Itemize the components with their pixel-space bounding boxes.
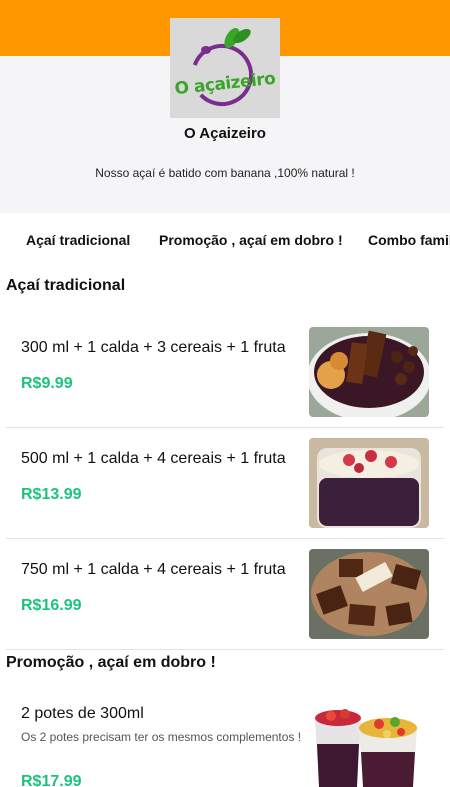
store-logo: O açaizeiro <box>170 18 280 118</box>
item-name: 2 potes de 300ml <box>21 705 144 722</box>
item-price: R$13.99 <box>21 486 82 503</box>
section-title: Açaí tradicional <box>6 277 126 294</box>
item-photo <box>309 549 429 639</box>
menu-item[interactable]: 750 ml + 1 calda + 4 cereais + 1 fruta R… <box>6 539 444 650</box>
item-price: R$16.99 <box>21 597 82 614</box>
category-tabs: Açaí tradicional Promoção , açaí em dobr… <box>0 222 450 262</box>
store-name: O Açaizeiro <box>184 125 266 142</box>
item-name: 300 ml + 1 calda + 3 cereais + 1 fruta <box>21 339 286 356</box>
item-price: R$17.99 <box>21 773 82 787</box>
tab-promocao[interactable]: Promoção , açaí em dobro ! <box>159 232 343 248</box>
item-name: 500 ml + 1 calda + 4 cereais + 1 fruta <box>21 450 286 467</box>
menu-item[interactable]: 2 potes de 300ml Os 2 potes precisam ter… <box>6 690 444 787</box>
item-photo <box>309 438 429 528</box>
item-photo <box>309 327 429 417</box>
tab-acai-tradicional[interactable]: Açaí tradicional <box>26 232 130 248</box>
menu-item[interactable]: 500 ml + 1 calda + 4 cereais + 1 fruta R… <box>6 428 444 539</box>
item-name: 750 ml + 1 calda + 4 cereais + 1 fruta <box>21 561 286 578</box>
item-description: Os 2 potes precisam ter os mesmos comple… <box>21 730 302 744</box>
menu-item[interactable]: 300 ml + 1 calda + 3 cereais + 1 fruta R… <box>6 313 444 428</box>
store-tagline: Nosso açaí é batido com banana ,100% nat… <box>95 166 355 180</box>
item-photo <box>309 704 429 787</box>
item-price: R$9.99 <box>21 375 73 392</box>
section-title: Promoção , açaí em dobro ! <box>6 654 216 671</box>
tab-combo-familia[interactable]: Combo familia <box>368 232 450 248</box>
